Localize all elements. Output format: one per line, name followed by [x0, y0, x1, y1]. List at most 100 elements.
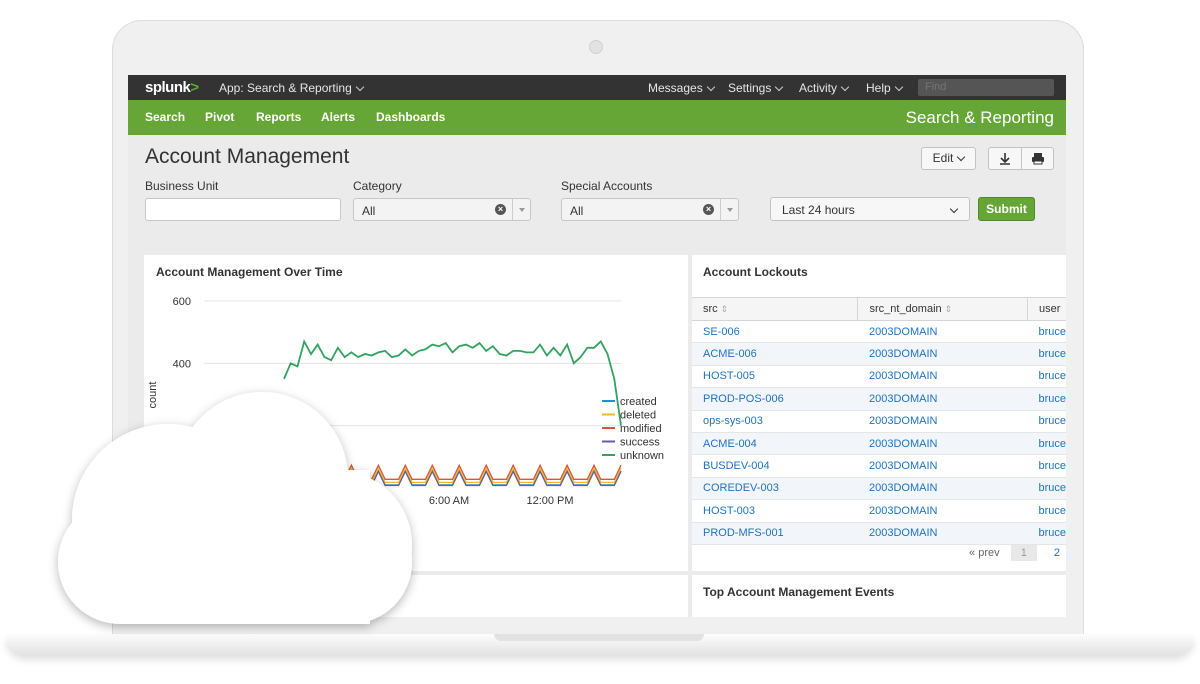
pagination: « prev 1 2	[969, 545, 1066, 561]
submit-button[interactable]: Submit	[978, 197, 1035, 221]
settings-menu[interactable]: Settings	[728, 81, 784, 95]
table-cell-link[interactable]: 2003DOMAIN	[857, 477, 1028, 501]
column-header[interactable]: src_nt_domain ⇕	[857, 297, 1028, 321]
table-cell-link[interactable]: bruce	[1027, 410, 1066, 433]
table-cell-link[interactable]: PROD-POS-006	[692, 387, 858, 411]
table-cell-link[interactable]: 2003DOMAIN	[857, 410, 1028, 433]
column-header[interactable]: src ⇕	[692, 297, 859, 321]
nav-reports[interactable]: Reports	[256, 110, 301, 124]
table-cell-link[interactable]: 2003DOMAIN	[857, 522, 1028, 545]
table-cell-link[interactable]: 2003DOMAIN	[857, 320, 1028, 344]
time-range-value: Last 24 hours	[782, 203, 855, 217]
caret-down-icon	[519, 208, 525, 212]
chevron-down-icon	[957, 152, 966, 162]
x-tick-label: 12:00 PM	[526, 495, 573, 507]
y-tick-label: 400	[173, 358, 191, 370]
table-row: PROD-POS-006 2003DOMAIN bruce	[692, 387, 1066, 411]
chevron-down-icon	[355, 82, 364, 92]
table-cell-link[interactable]: bruce	[1027, 477, 1066, 501]
prev-page[interactable]: « prev	[969, 547, 1000, 559]
table-row: ACME-004 2003DOMAIN bruce	[692, 432, 1066, 456]
page-title: Account Management	[145, 145, 350, 168]
time-range-picker[interactable]: Last 24 hours	[770, 197, 970, 221]
table-cell-link[interactable]: bruce	[1027, 454, 1066, 478]
dropdown-toggle[interactable]	[720, 199, 738, 220]
nav-pivot[interactable]: Pivot	[205, 110, 234, 124]
help-menu[interactable]: Help	[866, 81, 903, 95]
messages-menu[interactable]: Messages	[648, 81, 715, 95]
sort-icon: ⇕	[720, 304, 729, 314]
nav-search[interactable]: Search	[145, 110, 185, 124]
screen: splunk> App: Search & Reporting Messages…	[128, 75, 1066, 617]
table-row: HOST-003 2003DOMAIN bruce	[692, 499, 1066, 523]
panel-title: Top Account Management Events	[703, 585, 895, 599]
splunk-logo[interactable]: splunk>	[145, 79, 199, 96]
special-accounts-value: All	[570, 204, 584, 218]
table-cell-link[interactable]: 2003DOMAIN	[857, 365, 1028, 389]
business-unit-label: Business Unit	[145, 179, 219, 193]
special-accounts-select[interactable]: All ×	[561, 198, 739, 221]
app-menu[interactable]: App: Search & Reporting	[219, 81, 364, 95]
nav-alerts[interactable]: Alerts	[321, 110, 355, 124]
app-nav-bar: Search Pivot Reports Alerts Dashboards S…	[128, 100, 1066, 135]
table-cell-link[interactable]: 2003DOMAIN	[857, 499, 1028, 523]
table-cell-link[interactable]: bruce	[1027, 499, 1066, 523]
table-cell-link[interactable]: bruce	[1027, 320, 1066, 344]
table-cell-link[interactable]: bruce	[1027, 387, 1066, 411]
table-cell-link[interactable]: ACME-006	[692, 342, 858, 366]
bottom-left-panel	[144, 575, 688, 617]
table-row: ops-sys-003 2003DOMAIN bruce	[692, 410, 1066, 433]
chevron-down-icon	[775, 82, 784, 92]
download-button[interactable]	[989, 148, 1022, 169]
x-tick-label: 6:00 AM	[429, 495, 469, 507]
edit-button[interactable]: Edit	[921, 147, 976, 170]
table-cell-link[interactable]: ops-sys-003	[692, 410, 858, 433]
print-button[interactable]	[1022, 148, 1054, 169]
table-cell-link[interactable]: bruce	[1027, 342, 1066, 366]
table-row: SE-006 2003DOMAIN bruce	[692, 320, 1066, 344]
business-unit-input[interactable]	[145, 198, 341, 221]
top-events-panel: Top Account Management Events	[692, 575, 1066, 617]
activity-menu[interactable]: Activity	[799, 81, 850, 95]
table-cell-link[interactable]: ACME-004	[692, 432, 858, 456]
category-label: Category	[353, 179, 402, 193]
table-cell-link[interactable]: bruce	[1027, 522, 1066, 545]
table-cell-link[interactable]: bruce	[1027, 432, 1066, 456]
panel-title: Account Lockouts	[703, 265, 808, 279]
chevron-down-icon	[840, 82, 850, 92]
clear-icon[interactable]: ×	[703, 204, 714, 215]
table-cell-link[interactable]: 2003DOMAIN	[857, 432, 1028, 456]
app-title: Search & Reporting	[905, 108, 1054, 127]
table-row: PROD-MFS-001 2003DOMAIN bruce	[692, 522, 1066, 545]
export-button-group	[988, 147, 1054, 170]
table-cell-link[interactable]: PROD-MFS-001	[692, 522, 858, 545]
camera-icon	[589, 40, 603, 54]
series-line-unknown	[283, 339, 622, 426]
column-header[interactable]: user	[1027, 297, 1066, 321]
dropdown-toggle[interactable]	[512, 199, 530, 220]
find-input[interactable]	[918, 79, 1054, 96]
table-cell-link[interactable]: 2003DOMAIN	[857, 342, 1028, 366]
table-row: HOST-005 2003DOMAIN bruce	[692, 365, 1066, 389]
table-cell-link[interactable]: SE-006	[692, 320, 858, 344]
category-select[interactable]: All ×	[353, 198, 531, 221]
table-cell-link[interactable]: HOST-005	[692, 365, 858, 389]
over-time-panel: Account Management Over Time 600 400 count…	[144, 255, 688, 571]
page-number[interactable]: 1	[1010, 545, 1037, 561]
laptop-notch	[494, 634, 704, 641]
chevron-down-icon	[706, 82, 715, 92]
y-tick-label: 600	[173, 296, 191, 308]
table-cell-link[interactable]: 2003DOMAIN	[857, 387, 1028, 411]
clear-icon[interactable]: ×	[495, 204, 506, 215]
table-cell-link[interactable]: BUSDEV-004	[692, 454, 858, 478]
table-cell-link[interactable]: HOST-003	[692, 499, 858, 523]
table-cell-link[interactable]: bruce	[1027, 365, 1066, 389]
legend-label: modified	[620, 423, 662, 435]
table-cell-link[interactable]: COREDEV-003	[692, 477, 858, 501]
table-row: COREDEV-003 2003DOMAIN bruce	[692, 477, 1066, 501]
page-number[interactable]: 2	[1040, 545, 1066, 561]
y-axis-label: count	[147, 382, 159, 409]
nav-dashboards[interactable]: Dashboards	[376, 110, 445, 124]
sort-icon: ⇕	[944, 304, 953, 314]
table-cell-link[interactable]: 2003DOMAIN	[857, 454, 1028, 478]
